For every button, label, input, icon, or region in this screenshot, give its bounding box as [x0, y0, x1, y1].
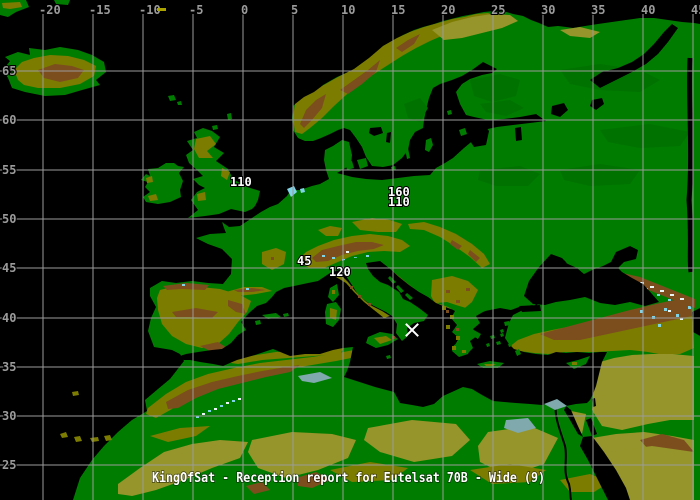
- latitude-tick-label: 50: [2, 212, 16, 226]
- longitude-tick-label: -20: [39, 3, 61, 17]
- reception-map: -20-15-10-505101520253035404565605550454…: [0, 0, 700, 500]
- longitude-tick-label: 20: [441, 3, 455, 17]
- longitude-tick-label: 35: [591, 3, 605, 17]
- longitude-tick-label: 0: [241, 3, 248, 17]
- longitude-tick-label: 10: [341, 3, 355, 17]
- longitude-tick-label: -15: [89, 3, 111, 17]
- longitude-tick-label: 25: [491, 3, 505, 17]
- longitude-tick-label: 15: [391, 3, 405, 17]
- latitude-tick-label: 45: [2, 261, 16, 275]
- longitude-tick-label: -5: [189, 3, 203, 17]
- reception-value-label: 120: [329, 265, 351, 279]
- longitude-tick-label: 45: [691, 3, 700, 17]
- dash-artifact-marker: [157, 8, 166, 11]
- volga-edge: [689, 58, 691, 272]
- reception-value-label: 45: [297, 254, 311, 268]
- latitude-tick-label: 65: [2, 64, 16, 78]
- latitude-tick-label: 25: [2, 458, 16, 472]
- longitude-tick-label: 40: [641, 3, 655, 17]
- map-title: KingOfSat - Reception report for Eutelsa…: [152, 471, 545, 486]
- reception-value-label: 110: [388, 195, 410, 209]
- sea-of-marmara: [519, 305, 541, 312]
- reception-value-label: 110: [230, 175, 252, 189]
- latitude-tick-label: 35: [2, 360, 16, 374]
- latitude-tick-label: 60: [2, 113, 16, 127]
- longitude-tick-label: 5: [291, 3, 298, 17]
- map-canvas: -20-15-10-505101520253035404565605550454…: [0, 0, 700, 500]
- lake-peipus: [515, 127, 522, 141]
- latitude-tick-label: 30: [2, 409, 16, 423]
- latitude-tick-label: 55: [2, 163, 16, 177]
- latitude-tick-label: 40: [2, 311, 16, 325]
- longitude-tick-label: 30: [541, 3, 555, 17]
